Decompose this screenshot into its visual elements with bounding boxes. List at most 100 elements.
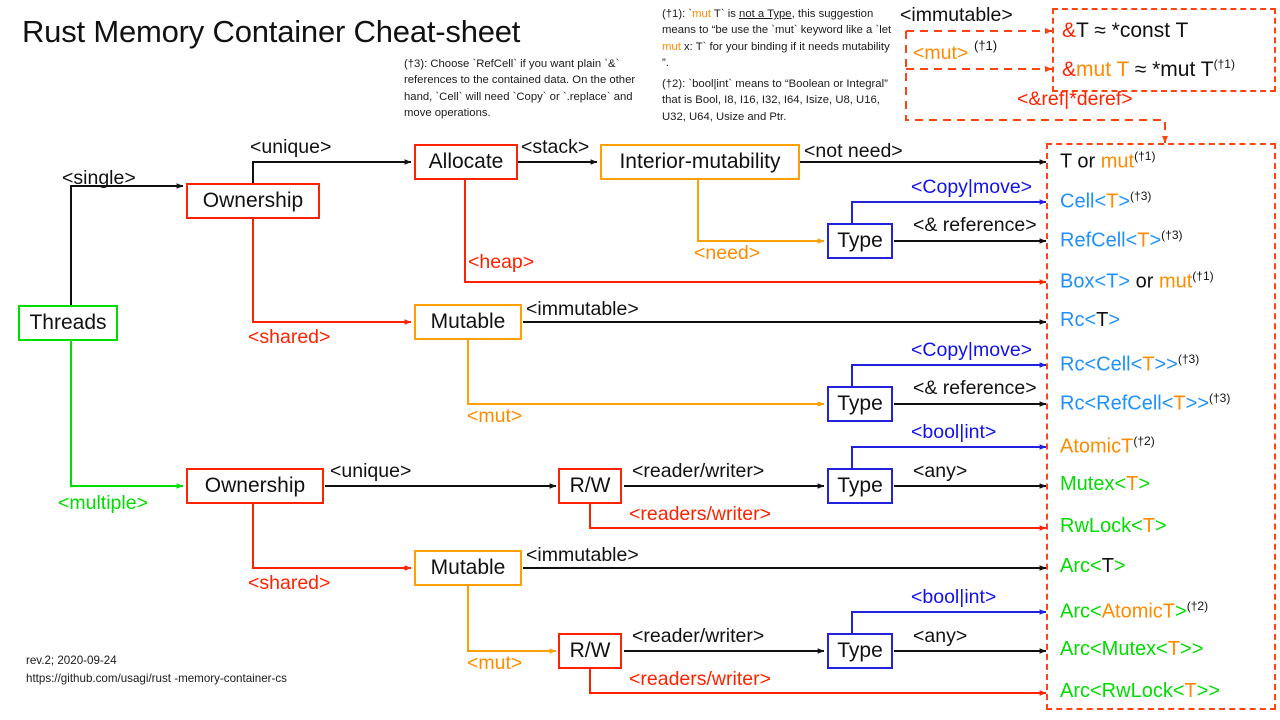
label-mut-ref: <mut> — [913, 42, 969, 64]
result-refcell-part-2: > — [1149, 229, 1162, 252]
ref-amp-2: & — [1062, 58, 1077, 81]
result-atomict-part-0: AtomicT — [1060, 435, 1134, 458]
note-2-text: (†2): `bool|int` means to “Boolean or In… — [662, 78, 888, 123]
ref-rest-1: T ≈ *const T — [1076, 19, 1189, 42]
label-unique-multi: <unique> — [330, 460, 412, 482]
result-rwlock-part-0: RwLock< — [1060, 515, 1143, 537]
note-1-part-b: T` is — [710, 8, 740, 20]
result-rc-part-1: T — [1096, 309, 1109, 331]
label-ref-deref: <&ref|*deref> — [1017, 88, 1133, 110]
result-t-or-mut: T or mut(†1) — [1060, 150, 1155, 172]
result-box-or-mut: Box<T> or mut(†1) — [1060, 270, 1214, 292]
node-ownership-multi-label: Ownership — [204, 474, 306, 497]
result-arc-rwlock: Arc<RwLock<T>> — [1060, 681, 1220, 701]
result-rc-cell-footnote: (†3) — [1177, 352, 1200, 366]
result-atomict-footnote: (†2) — [1133, 434, 1155, 448]
label-readers-writer-1: <readers/writer> — [629, 503, 771, 525]
node-rw-multi-1[interactable]: R/W — [558, 468, 622, 504]
result-mutex: Mutex<T> — [1060, 474, 1150, 494]
note-dagger-1: (†1): `mut T` is not a Type, this sugges… — [662, 6, 894, 72]
node-allocate-label: Allocate — [428, 150, 504, 173]
result-box-or-mut-part-1: or — [1130, 270, 1159, 293]
result-arc-atomict-part-1: AtomicT — [1101, 600, 1176, 623]
node-type-multi-2[interactable]: Type — [827, 633, 893, 669]
result-mutex-part-2: > — [1138, 473, 1151, 495]
node-rw-multi-2-label: R/W — [569, 639, 611, 662]
result-mutex-part-1: T — [1126, 473, 1139, 495]
result-rc-cell: Rc<Cell<T>>(†3) — [1060, 353, 1199, 375]
result-cell-part-1: T — [1106, 190, 1119, 213]
result-rc-refcell: Rc<RefCell<T>>(†3) — [1060, 392, 1230, 414]
label-immutable-ref: <immutable> — [900, 4, 1013, 26]
result-arc-part-1: T — [1101, 555, 1114, 577]
label-readers-writer-2: <readers/writer> — [629, 668, 771, 690]
node-type-multi-1[interactable]: Type — [827, 468, 893, 504]
ref-amp-1: & — [1062, 19, 1077, 42]
node-ownership-multi[interactable]: Ownership — [186, 468, 324, 504]
result-atomict: AtomicT(†2) — [1060, 435, 1155, 457]
node-rw-multi-2[interactable]: R/W — [558, 633, 622, 669]
node-threads[interactable]: Threads — [18, 305, 118, 341]
result-arc-part-2: > — [1113, 555, 1126, 577]
label-multiple: <multiple> — [58, 492, 148, 514]
ref-mut-2: mut — [1076, 58, 1112, 81]
label-reader-writer-2: <reader/writer> — [632, 625, 765, 647]
result-arc: Arc<T> — [1060, 556, 1126, 576]
note-1-mut-1: mut — [692, 8, 711, 20]
label-stack: <stack> — [521, 136, 590, 158]
node-ownership-single-label: Ownership — [202, 189, 304, 212]
result-rwlock-part-1: T — [1142, 515, 1156, 537]
ref-T-2: T — [1111, 58, 1129, 81]
result-arc-atomict: Arc<AtomicT>(†2) — [1060, 600, 1208, 622]
label-reader-writer-1: <reader/writer> — [632, 460, 765, 482]
node-mutable-single[interactable]: Mutable — [414, 304, 522, 340]
node-ownership-single[interactable]: Ownership — [186, 183, 320, 219]
result-t-or-mut-footnote: (†1) — [1134, 149, 1156, 163]
result-cell-part-2: > — [1118, 190, 1131, 213]
node-type-single-2-label: Type — [837, 392, 883, 415]
result-mutex-part-0: Mutex< — [1060, 473, 1127, 495]
footer-url[interactable]: https://github.com/usagi/rust -memory-co… — [26, 670, 287, 688]
label-not-need: <not need> — [804, 140, 903, 162]
label-heap: <heap> — [468, 251, 535, 273]
result-rc-refcell-part-1: T — [1173, 392, 1186, 415]
node-type-single-1-label: Type — [837, 229, 883, 252]
label-any-1: <any> — [913, 460, 968, 482]
node-mutable-multi-label: Mutable — [430, 556, 506, 579]
label-and-reference-2: <& reference> — [913, 377, 1037, 399]
node-type-single-1[interactable]: Type — [827, 223, 893, 259]
result-rc-part-2: > — [1108, 309, 1121, 331]
label-immutable-single: <immutable> — [526, 298, 639, 320]
result-box-or-mut-footnote: (†1) — [1192, 269, 1214, 283]
result-rc: Rc<T> — [1060, 310, 1120, 330]
result-rc-cell-part-0: Rc<Cell< — [1060, 353, 1143, 376]
result-t-or-mut-part-0: T or — [1060, 150, 1101, 173]
label-immutable-multi: <immutable> — [526, 544, 639, 566]
node-type-multi-1-label: Type — [837, 474, 883, 497]
label-copy-move-2: <Copy|move> — [911, 339, 1033, 361]
label-mut-multi: <mut> — [467, 652, 523, 674]
note-1-underline: not a Type — [739, 8, 792, 20]
result-arc-rwlock-part-1: T — [1184, 680, 1197, 702]
result-arc-atomict-part-0: Arc< — [1060, 600, 1102, 623]
node-rw-multi-1-label: R/W — [569, 474, 611, 497]
note-1-part-d: x: T` for your binding if it needs mutab… — [662, 40, 890, 70]
node-interior-mutability-label: Interior-mutability — [619, 150, 781, 173]
label-mut-single: <mut> — [467, 405, 523, 427]
label-shared-multi: <shared> — [248, 572, 331, 594]
node-type-single-2[interactable]: Type — [827, 386, 893, 422]
result-cell: Cell<T>(†3) — [1060, 190, 1151, 212]
result-rwlock: RwLock<T> — [1060, 516, 1167, 536]
note-1-part-a: (†1): ` — [662, 8, 693, 20]
result-arc-atomict-footnote: (†2) — [1186, 599, 1209, 613]
result-rc-refcell-part-0: Rc<RefCell< — [1060, 392, 1174, 415]
label-and-reference-1: <& reference> — [913, 214, 1037, 236]
result-arc-part-0: Arc< — [1060, 555, 1102, 577]
label-single: <single> — [62, 167, 136, 189]
node-interior-mutability[interactable]: Interior-mutability — [600, 144, 800, 180]
result-t-or-mut-part-1: mut — [1100, 150, 1135, 173]
page-title: Rust Memory Container Cheat-sheet — [22, 14, 521, 49]
node-allocate[interactable]: Allocate — [414, 144, 518, 180]
result-refcell: RefCell<T>(†3) — [1060, 229, 1183, 251]
node-mutable-multi[interactable]: Mutable — [414, 550, 522, 586]
